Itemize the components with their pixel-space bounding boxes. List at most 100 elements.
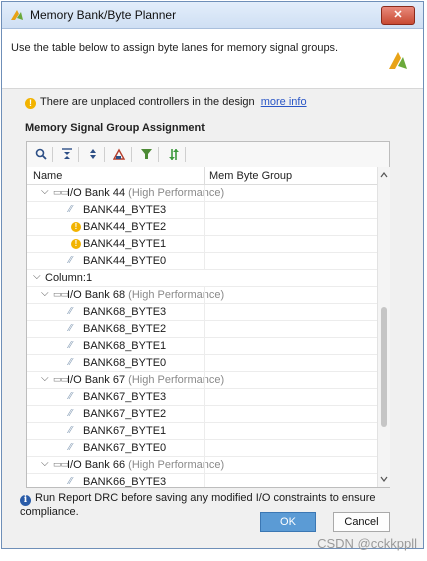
warning-icon: ! — [71, 239, 81, 249]
byte-lane-name: BANK44_BYTE0 — [83, 255, 167, 267]
mem-byte-group-select[interactable] — [205, 389, 377, 405]
expand-all-icon[interactable] — [84, 146, 101, 163]
scroll-down-icon[interactable] — [380, 475, 388, 483]
io-bank-icon: ▭▭ — [53, 374, 69, 384]
vivado-logo-icon — [389, 52, 407, 69]
mem-byte-group-select[interactable] — [205, 202, 377, 218]
tree-row-byte-lane[interactable]: ⁄⁄ BANK67_BYTE3 — [27, 389, 377, 406]
chevron-down-icon[interactable]: ⌵ — [41, 373, 49, 384]
io-bank-icon: ▭▭ — [53, 187, 69, 197]
scrollbar-thumb[interactable] — [381, 307, 387, 427]
tree-row-byte-lane[interactable]: ⁄⁄ BANK68_BYTE2 — [27, 321, 377, 338]
mem-byte-group-select — [205, 236, 377, 252]
column-header-mem-byte-group[interactable]: Mem Byte Group — [209, 170, 292, 182]
mem-byte-group-select[interactable] — [205, 406, 377, 422]
byte-lane-icon: ⁄⁄ — [69, 340, 73, 351]
header-area: Use the table below to assign byte lanes… — [2, 29, 423, 89]
collapse-all-icon[interactable] — [58, 146, 75, 163]
search-icon[interactable] — [32, 146, 49, 163]
warning-icon: ! — [25, 98, 36, 109]
tree-row-byte-lane[interactable]: ⁄⁄ BANK68_BYTE0 — [27, 355, 377, 372]
mem-byte-group-select[interactable] — [205, 474, 377, 487]
info-text: Run Report DRC before saving any modifie… — [20, 492, 376, 518]
title-bar[interactable]: Memory Bank/Byte Planner ✕ — [2, 2, 423, 29]
byte-lane-name: BANK68_BYTE3 — [83, 306, 167, 318]
byte-lane-icon: ⁄⁄ — [69, 425, 73, 436]
byte-lane-icon: ⁄⁄ — [69, 476, 73, 487]
warning-text: There are unplaced controllers in the de… — [40, 96, 255, 108]
chevron-down-icon[interactable]: ⌵ — [41, 288, 49, 299]
byte-lane-icon: ⁄⁄ — [69, 255, 73, 266]
chevron-down-icon[interactable]: ⌵ — [41, 458, 49, 469]
bank-name: I/O Bank 67 — [67, 374, 126, 386]
byte-lane-name: BANK67_BYTE0 — [83, 442, 167, 454]
bank-type: (High Performance) — [128, 289, 225, 301]
info-icon: i — [20, 495, 31, 506]
vivado-app-icon — [11, 10, 23, 20]
more-info-link[interactable]: more info — [261, 96, 307, 108]
byte-lane-icon: ⁄⁄ — [69, 391, 73, 402]
tree-row-bank[interactable]: ⌵ ▭▭ I/O Bank 67 (High Performance) — [27, 372, 377, 389]
byte-lane-name: BANK67_BYTE1 — [83, 425, 167, 437]
cancel-button[interactable]: Cancel — [333, 512, 390, 532]
byte-lane-icon: ⁄⁄ — [69, 323, 73, 334]
io-bank-icon: ▭▭ — [53, 459, 69, 469]
vertical-scrollbar[interactable] — [377, 167, 390, 487]
tree-row-byte-lane[interactable]: ⁄⁄ BANK68_BYTE3 — [27, 304, 377, 321]
close-button[interactable]: ✕ — [381, 6, 415, 25]
chevron-down-icon[interactable]: ⌵ — [33, 271, 41, 282]
header-description: Use the table below to assign byte lanes… — [11, 42, 339, 54]
byte-lane-name: BANK68_BYTE0 — [83, 357, 167, 369]
tree-row-byte-lane[interactable]: ⁄⁄ BANK66_BYTE3 — [27, 474, 377, 487]
bank-name: I/O Bank 68 — [67, 289, 126, 301]
mem-byte-group-select — [205, 219, 377, 235]
filter-icon[interactable] — [138, 146, 155, 163]
bank-type: (High Performance) — [128, 187, 225, 199]
tree-row-bank[interactable]: ⌵ ▭▭ I/O Bank 44 (High Performance) — [27, 185, 377, 202]
io-bank-icon: ▭▭ — [53, 289, 69, 299]
tree-row-byte-lane[interactable]: ! BANK44_BYTE1 — [27, 236, 377, 253]
tree-row-byte-lane[interactable]: ⁄⁄ BANK67_BYTE1 — [27, 423, 377, 440]
tree-row-byte-lane[interactable]: ⁄⁄ BANK67_BYTE0 — [27, 440, 377, 457]
table-body: ⌵ ▭▭ I/O Bank 44 (High Performance) ⁄⁄ BANK4… — [27, 185, 377, 487]
auto-assign-icon[interactable] — [111, 146, 128, 163]
table-toolbar — [27, 142, 389, 168]
bank-type: (High Performance) — [128, 374, 225, 386]
tree-row-bank[interactable]: ⌵ ▭▭ I/O Bank 68 (High Performance) — [27, 287, 377, 304]
column-header-name[interactable]: Name — [33, 170, 62, 182]
chevron-down-icon[interactable]: ⌵ — [41, 186, 49, 197]
mem-byte-group-select[interactable] — [205, 304, 377, 320]
warning-icon: ! — [71, 222, 81, 232]
tree-row-column[interactable]: ⌵ Column:1 — [27, 270, 377, 287]
tree-row-byte-lane[interactable]: ! BANK44_BYTE2 — [27, 219, 377, 236]
scroll-up-icon[interactable] — [380, 171, 388, 179]
mem-byte-group-select[interactable] — [205, 423, 377, 439]
byte-lane-name: BANK44_BYTE3 — [83, 204, 167, 216]
sort-icon[interactable] — [165, 146, 182, 163]
column-label: Column:1 — [45, 272, 93, 284]
byte-lane-name: BANK67_BYTE3 — [83, 391, 167, 403]
bank-name: I/O Bank 44 — [67, 187, 126, 199]
mem-byte-group-select[interactable] — [205, 440, 377, 456]
byte-lane-name: BANK44_BYTE2 — [83, 221, 167, 233]
tree-row-byte-lane[interactable]: ⁄⁄ BANK68_BYTE1 — [27, 338, 377, 355]
mem-byte-group-select[interactable] — [205, 253, 377, 269]
tree-row-byte-lane[interactable]: ⁄⁄ BANK67_BYTE2 — [27, 406, 377, 423]
byte-lane-name: BANK68_BYTE2 — [83, 323, 167, 335]
ok-button[interactable]: OK — [260, 512, 316, 532]
byte-lane-icon: ⁄⁄ — [69, 357, 73, 368]
byte-lane-name: BANK66_BYTE3 — [83, 476, 167, 487]
byte-lane-icon: ⁄⁄ — [69, 204, 73, 215]
mem-byte-group-select[interactable] — [205, 321, 377, 337]
section-title: Memory Signal Group Assignment — [25, 122, 205, 134]
byte-lane-icon: ⁄⁄ — [69, 306, 73, 317]
assignment-table-panel: Name Mem Byte Group ⌵ ▭▭ I/O Bank 44 (High… — [26, 141, 390, 488]
unplaced-warning: ! There are unplaced controllers in the d… — [25, 96, 307, 109]
mem-byte-group-select[interactable] — [205, 338, 377, 354]
tree-row-bank[interactable]: ⌵ ▭▭ I/O Bank 66 (High Performance) — [27, 457, 377, 474]
byte-lane-name: BANK67_BYTE2 — [83, 408, 167, 420]
byte-lane-name: BANK68_BYTE1 — [83, 340, 167, 352]
mem-byte-group-select[interactable] — [205, 355, 377, 371]
tree-row-byte-lane[interactable]: ⁄⁄ BANK44_BYTE3 — [27, 202, 377, 219]
tree-row-byte-lane[interactable]: ⁄⁄ BANK44_BYTE0 — [27, 253, 377, 270]
